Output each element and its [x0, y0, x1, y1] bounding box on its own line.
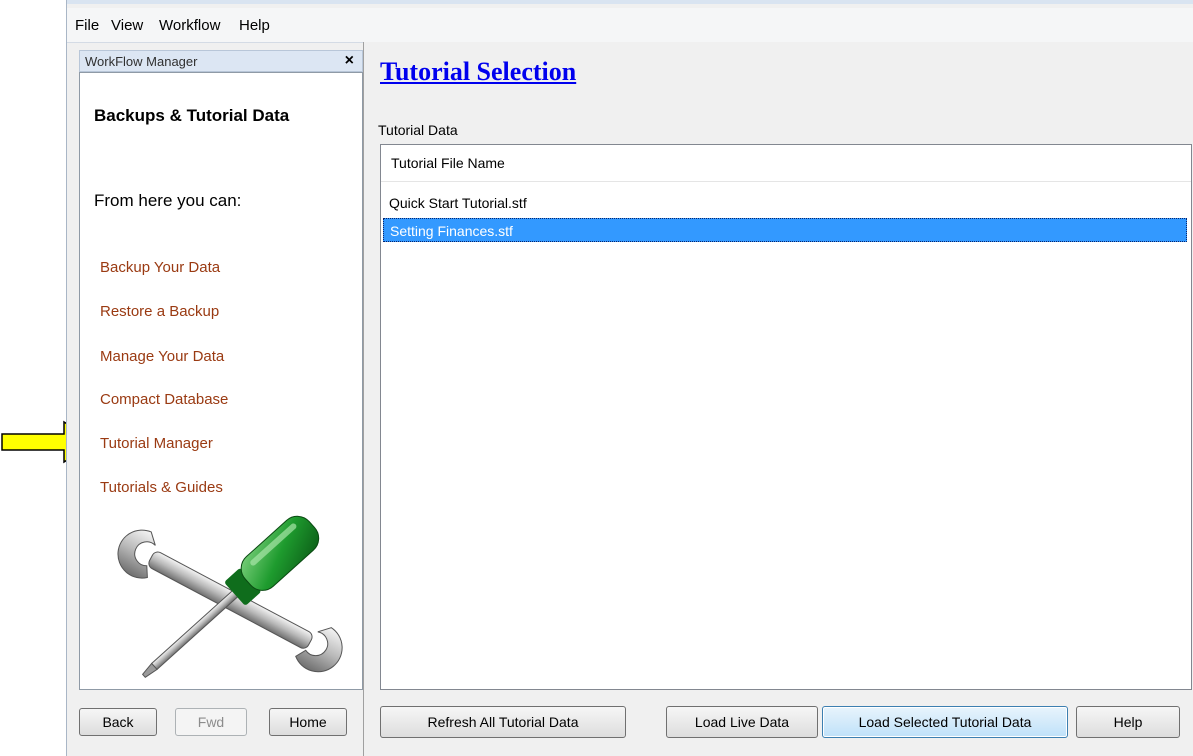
fwd-button[interactable]: Fwd — [175, 708, 247, 736]
panel-header: WorkFlow Manager × — [79, 50, 363, 72]
list-item-selected[interactable]: Setting Finances.stf — [383, 218, 1187, 242]
panel-intro: From here you can: — [94, 191, 242, 210]
home-button[interactable]: Home — [269, 708, 347, 736]
column-header[interactable]: Tutorial File Name — [381, 145, 1191, 182]
menu-help[interactable]: Help — [239, 17, 270, 34]
link-tutorials-and-guides[interactable]: Tutorials & Guides — [100, 479, 223, 496]
link-backup-your-data[interactable]: Backup Your Data — [100, 259, 220, 276]
load-selected-tutorial-data-button[interactable]: Load Selected Tutorial Data — [822, 706, 1068, 738]
refresh-all-tutorial-data-button[interactable]: Refresh All Tutorial Data — [380, 706, 626, 738]
panel-title: Backups & Tutorial Data — [94, 106, 290, 125]
app-window: File View Workflow Help WorkFlow Manager… — [66, 0, 1193, 756]
column-header-label: Tutorial File Name — [391, 155, 505, 171]
panel-content: Backups & Tutorial Data From here you ca… — [79, 72, 363, 690]
menu-view[interactable]: View — [111, 17, 143, 34]
tutorial-data-label: Tutorial Data — [378, 122, 458, 138]
tutorial-selection-panel: Tutorial Selection Tutorial Data Tutoria… — [363, 42, 1193, 756]
screwdriver-wrench-icon — [117, 515, 343, 678]
menu-file[interactable]: File — [75, 17, 99, 34]
menu-bar: File View Workflow Help — [67, 8, 1193, 43]
workflow-manager-panel: WorkFlow Manager × Backups & Tutorial Da… — [79, 42, 363, 746]
list-item[interactable]: Quick Start Tutorial.stf — [383, 191, 1187, 215]
menu-workflow[interactable]: Workflow — [159, 17, 220, 34]
panel-header-title: WorkFlow Manager — [85, 54, 198, 69]
load-live-data-button[interactable]: Load Live Data — [666, 706, 818, 738]
help-button[interactable]: Help — [1076, 706, 1180, 738]
link-tutorial-manager[interactable]: Tutorial Manager — [100, 435, 213, 452]
link-manage-your-data[interactable]: Manage Your Data — [100, 348, 224, 365]
page-title[interactable]: Tutorial Selection — [380, 57, 576, 87]
tutorial-list[interactable]: Tutorial File Name Quick Start Tutorial.… — [380, 144, 1192, 690]
close-icon[interactable]: × — [345, 52, 354, 70]
link-restore-a-backup[interactable]: Restore a Backup — [100, 303, 219, 320]
link-compact-database[interactable]: Compact Database — [100, 391, 228, 408]
back-button[interactable]: Back — [79, 708, 157, 736]
